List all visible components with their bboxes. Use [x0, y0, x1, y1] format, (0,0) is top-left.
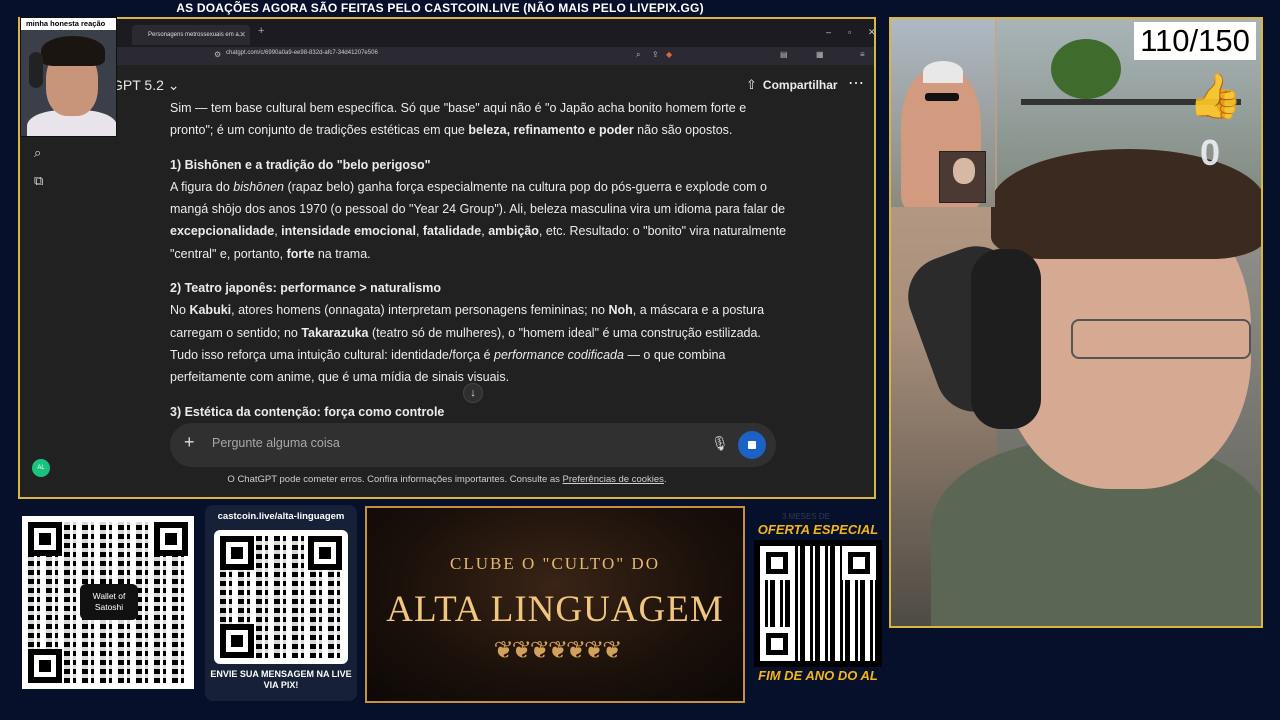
- text-run-bold: ambição: [488, 224, 539, 239]
- thumbs-up-icon: 👍: [1188, 72, 1243, 121]
- inset-photo: [939, 151, 986, 203]
- club-subtitle: CLUBE O "CULTO" DO: [450, 554, 660, 573]
- shield-icon[interactable]: ◆: [666, 50, 672, 59]
- text-run: A figura do: [170, 179, 234, 194]
- headphone-shape: [971, 249, 1041, 429]
- menu-icon[interactable]: ≡: [860, 50, 865, 59]
- qr-finder: [842, 546, 876, 580]
- castcoin-cta: ENVIE SUA MENSAGEM NA LIVE VIA PIX!: [210, 669, 352, 690]
- text-run: No: [170, 303, 190, 318]
- text-run: ,: [415, 224, 423, 239]
- castcoin-url: castcoin.live/alta-linguagem: [217, 511, 345, 522]
- offer-subtitle: FIM DE ANO DO AL: [758, 668, 878, 683]
- text-run-bold: intensidade emocional: [281, 224, 416, 239]
- qr-finder: [28, 649, 62, 683]
- tab-bar: Personagens metrossexuais em a... ✕ + – …: [20, 19, 874, 47]
- text-run-bold: beleza, refinamento e poder: [468, 123, 634, 138]
- wallet-badge: Wallet of Satoshi: [80, 584, 138, 620]
- text-run-bold: forte: [286, 246, 315, 261]
- goal-counter: 110/150: [1134, 22, 1256, 60]
- composer: + 🎙: [170, 423, 776, 467]
- text-run-bold: fatalidade: [422, 224, 482, 239]
- text-run-bold: excepcionalidade: [170, 224, 275, 239]
- donation-banner: AS DOAÇÕES AGORA SÃO FEITAS PELO CASTCOI…: [176, 1, 704, 15]
- qr-finder: [308, 536, 342, 570]
- cookie-preferences-link[interactable]: Preferências de cookies: [563, 474, 664, 485]
- model-selector[interactable]: GPT 5.2 ⌄: [112, 77, 180, 94]
- section-3: 3) Estética da contenção: força como con…: [170, 401, 790, 423]
- section-1: 1) Bishōnen e a tradição do "belo perigo…: [170, 154, 790, 265]
- extensions-icon[interactable]: ▦: [816, 50, 824, 59]
- sunglasses-shape: [925, 93, 959, 101]
- intro-paragraph: Sim — tem base cultural bem específica. …: [170, 97, 790, 142]
- minimize-icon[interactable]: –: [826, 27, 831, 37]
- wallet-qr-code[interactable]: Wallet of Satoshi: [22, 516, 194, 689]
- qr-finder: [220, 536, 254, 570]
- like-count: 0: [1200, 132, 1221, 173]
- share-label: Compartilhar: [762, 78, 838, 92]
- offer-ghost-text: 3 MESES DE: [782, 512, 831, 521]
- stop-generating-button[interactable]: [738, 431, 766, 459]
- text-run: não são opostos.: [633, 123, 733, 138]
- qr-finder: [154, 522, 188, 556]
- text-run-bold: Kabuki: [189, 303, 232, 318]
- prompt-input[interactable]: [212, 436, 692, 450]
- text-run: , atores homens (onnagata) interpretam p…: [231, 303, 609, 318]
- cap-shape: [923, 61, 963, 83]
- share-icon: ⇧: [746, 77, 757, 92]
- scroll-down-button[interactable]: ↓: [463, 383, 483, 403]
- tab-title: Personagens metrossexuais em a...: [148, 32, 244, 38]
- club-title: ALTA LINGUAGEM: [386, 589, 724, 630]
- plant-shape: [1051, 39, 1121, 99]
- text-run-bold: Noh: [608, 303, 633, 318]
- section-2: 2) Teatro japonês: performance > natural…: [170, 277, 790, 388]
- plus-icon[interactable]: +: [184, 432, 195, 453]
- photo-face-shape: [953, 158, 975, 184]
- url-text: chatgpt.com/c/6990a0a9-ee98-832d-afc7-34…: [226, 50, 378, 56]
- offer-qr-code[interactable]: [754, 540, 882, 667]
- search-icon[interactable]: ⌕: [34, 145, 41, 161]
- more-options-icon[interactable]: ⋯: [848, 73, 864, 93]
- text-run-italic: performance codificada: [494, 347, 624, 362]
- disclaimer-end: .: [663, 474, 667, 485]
- share-button[interactable]: ⇧ Compartilhar: [746, 77, 838, 93]
- headset-shape: [29, 52, 43, 88]
- club-promo[interactable]: CLUBE O "CULTO" DO ALTA LINGUAGEM ❦❦❦❦❦❦…: [365, 506, 745, 703]
- maximize-icon[interactable]: ▫: [848, 27, 851, 37]
- zoom-icon[interactable]: ⌕: [636, 50, 640, 60]
- hair-shape: [41, 36, 105, 66]
- laurel-icon: ❦❦❦❦❦❦❦: [493, 637, 623, 664]
- share-page-icon[interactable]: ⇪: [652, 50, 659, 59]
- text-run-italic: bishōnen: [233, 179, 284, 194]
- close-window-icon[interactable]: ✕: [868, 27, 874, 38]
- browser-window: Personagens metrossexuais em a... ✕ + – …: [18, 17, 876, 499]
- qr-finder: [760, 627, 794, 661]
- address-bar[interactable]: ← → ↻ ⚙ chatgpt.com/c/6990a0a9-ee98-832d…: [20, 47, 874, 65]
- castcoin-qr-code[interactable]: [214, 530, 348, 664]
- section-heading: 2) Teatro japonês: performance > natural…: [170, 281, 442, 296]
- qr-finder: [28, 522, 62, 556]
- qr-finder: [220, 624, 254, 658]
- library-icon[interactable]: ⧉: [34, 173, 43, 189]
- section-heading: 3) Estética da contenção: força como con…: [170, 404, 445, 419]
- disclaimer-text: O ChatGPT pode cometer erros. Confira in…: [227, 474, 563, 485]
- browser-tab[interactable]: Personagens metrossexuais em a... ✕: [132, 25, 250, 45]
- qr-finder: [760, 546, 794, 580]
- facecam-label: minha honesta reação: [21, 18, 116, 30]
- new-tab-icon[interactable]: +: [258, 25, 264, 37]
- microphone-icon[interactable]: 🎙: [711, 435, 729, 452]
- section-heading: 1) Bishōnen e a tradição do "belo perigo…: [170, 157, 431, 172]
- hair-shape: [991, 149, 1261, 259]
- text-run: na trama.: [314, 246, 371, 261]
- assistant-message: Sim — tem base cultural bem específica. …: [170, 97, 790, 433]
- glasses-shape: [1071, 319, 1251, 359]
- text-run-bold: Takarazuka: [301, 325, 369, 340]
- sidebar-toggle-icon[interactable]: ▤: [780, 50, 788, 59]
- reaction-facecam: minha honesta reação: [20, 17, 117, 137]
- disclaimer: O ChatGPT pode cometer erros. Confira in…: [20, 474, 874, 485]
- site-info-icon[interactable]: ⚙: [214, 50, 221, 59]
- offer-title: OFERTA ESPECIAL: [757, 522, 879, 537]
- close-tab-icon[interactable]: ✕: [239, 25, 246, 45]
